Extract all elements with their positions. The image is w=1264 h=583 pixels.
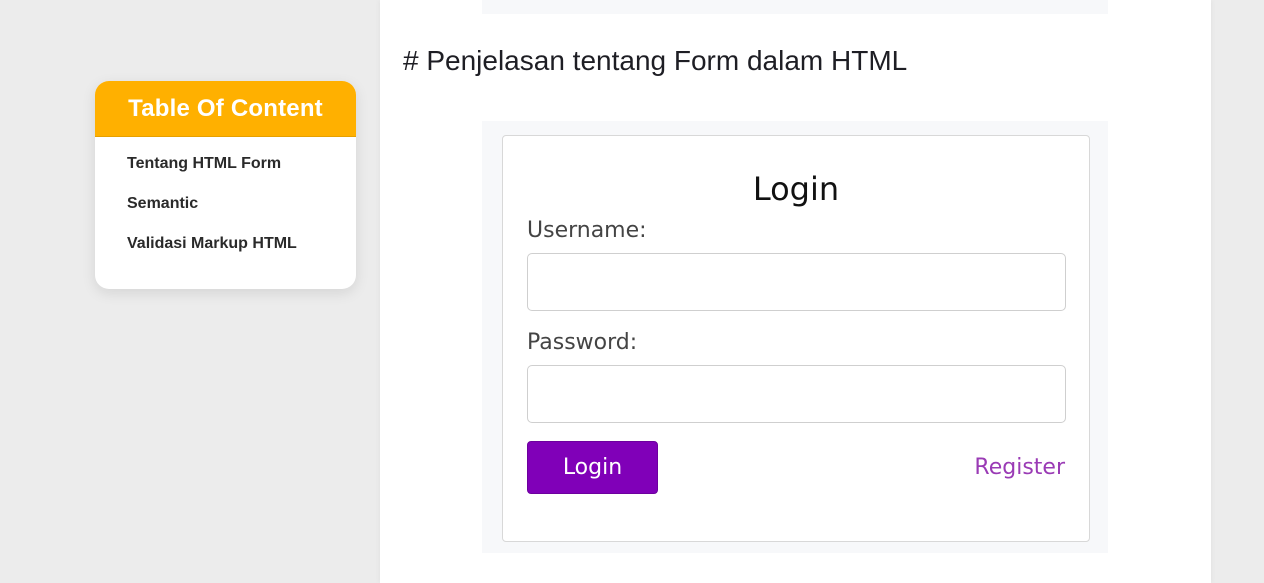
page: Table Of Content Tentang HTML Form Seman…: [0, 0, 1264, 583]
toc-item-semantic[interactable]: Semantic: [127, 195, 356, 235]
section-heading: # Penjelasan tentang Form dalam HTML: [403, 45, 908, 76]
password-label: Password:: [527, 330, 638, 355]
toc-item-tentang-html-form[interactable]: Tentang HTML Form: [127, 155, 356, 195]
previous-image-bottom: [482, 0, 1108, 14]
toc-list: Tentang HTML Form Semantic Validasi Mark…: [95, 137, 356, 275]
username-label: Username:: [527, 218, 647, 243]
login-title: Login: [752, 170, 840, 208]
username-field: [527, 253, 1066, 311]
login-button: Login: [527, 441, 658, 494]
table-of-content: Table Of Content Tentang HTML Form Seman…: [95, 81, 356, 289]
login-card: Login Username: Password: Login Register: [502, 135, 1090, 542]
toc-title: Table Of Content: [128, 94, 323, 122]
article-panel: # Penjelasan tentang Form dalam HTML Log…: [380, 0, 1211, 583]
login-form-screenshot: Login Username: Password: Login Register: [482, 121, 1108, 553]
toc-header: Table Of Content: [95, 81, 356, 137]
register-link: Register: [974, 455, 1065, 480]
password-field: [527, 365, 1066, 423]
toc-item-validasi-markup-html[interactable]: Validasi Markup HTML: [127, 235, 356, 275]
